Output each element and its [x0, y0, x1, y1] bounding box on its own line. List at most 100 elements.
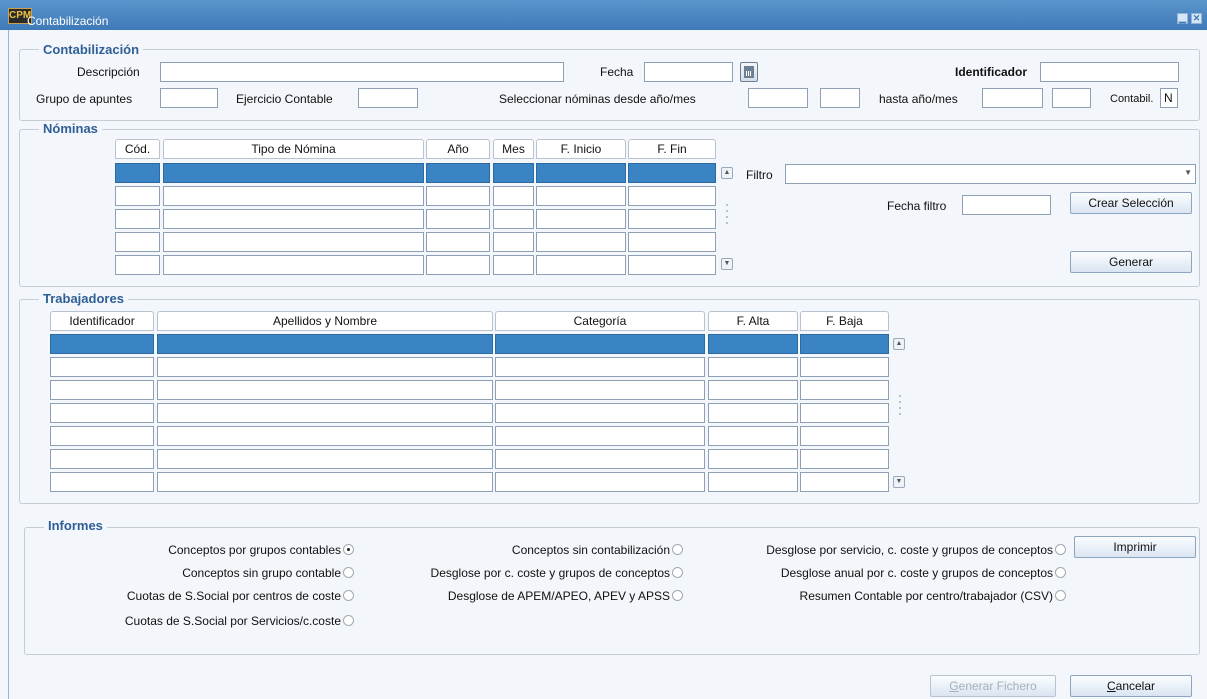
trabajadores-cell[interactable]	[800, 357, 889, 377]
trabajadores-cell[interactable]	[495, 403, 705, 423]
informe-option-radio[interactable]	[672, 567, 683, 578]
generar-button[interactable]: Generar	[1070, 251, 1192, 273]
hasta-mes-field[interactable]	[1052, 88, 1091, 108]
trabajadores-cell[interactable]	[50, 357, 154, 377]
nominas-cell[interactable]	[115, 209, 160, 229]
cancelar-button[interactable]: Cancelar	[1070, 675, 1192, 697]
scroll-grip-icon[interactable]	[899, 395, 905, 421]
informe-option-radio[interactable]	[1055, 567, 1066, 578]
trabajadores-cell[interactable]	[50, 334, 154, 354]
nominas-cell[interactable]	[115, 186, 160, 206]
scroll-down-icon[interactable]: ▼	[893, 476, 905, 488]
nominas-cell[interactable]	[115, 163, 160, 183]
trabajadores-cell[interactable]	[495, 449, 705, 469]
trabajadores-cell[interactable]	[157, 449, 493, 469]
trabajadores-cell[interactable]	[800, 449, 889, 469]
fecha-field[interactable]	[644, 62, 733, 82]
trabajadores-cell[interactable]	[157, 380, 493, 400]
trabajadores-cell[interactable]	[495, 472, 705, 492]
trabajadores-cell[interactable]	[708, 357, 798, 377]
nominas-cell[interactable]	[163, 255, 424, 275]
informe-option-radio[interactable]	[343, 544, 354, 555]
nominas-cell[interactable]	[163, 209, 424, 229]
nominas-cell[interactable]	[536, 209, 626, 229]
nominas-cell[interactable]	[163, 232, 424, 252]
trabajadores-cell[interactable]	[800, 472, 889, 492]
nominas-cell[interactable]	[536, 232, 626, 252]
trabajadores-cell[interactable]	[800, 426, 889, 446]
informe-option-radio[interactable]	[343, 615, 354, 626]
nominas-cell[interactable]	[536, 186, 626, 206]
nominas-cell[interactable]	[493, 209, 534, 229]
close-icon[interactable]: ✕	[1191, 13, 1202, 24]
scroll-up-icon[interactable]: ▲	[721, 167, 733, 179]
trabajadores-cell[interactable]	[157, 426, 493, 446]
nominas-cell[interactable]	[493, 186, 534, 206]
trabajadores-cell[interactable]	[495, 357, 705, 377]
ejercicio-contable-field[interactable]	[358, 88, 418, 108]
trabajadores-cell[interactable]	[708, 426, 798, 446]
imprimir-button[interactable]: Imprimir	[1074, 536, 1196, 558]
nominas-cell[interactable]	[163, 163, 424, 183]
trabajadores-cell[interactable]	[708, 403, 798, 423]
informe-option-radio[interactable]	[672, 590, 683, 601]
filtro-select[interactable]: ▼	[785, 164, 1196, 184]
nominas-cell[interactable]	[493, 255, 534, 275]
trabajadores-cell[interactable]	[495, 426, 705, 446]
nominas-cell[interactable]	[628, 232, 716, 252]
trabajadores-cell[interactable]	[50, 380, 154, 400]
trabajadores-cell[interactable]	[800, 403, 889, 423]
trabajadores-cell[interactable]	[800, 334, 889, 354]
scroll-grip-icon[interactable]	[726, 204, 732, 230]
nominas-cell[interactable]	[115, 255, 160, 275]
desde-mes-field[interactable]	[820, 88, 860, 108]
trabajadores-cell[interactable]	[708, 449, 798, 469]
nominas-cell[interactable]	[426, 163, 490, 183]
trabajadores-cell[interactable]	[157, 403, 493, 423]
descripcion-field[interactable]	[160, 62, 564, 82]
nominas-cell[interactable]	[115, 232, 160, 252]
trabajadores-cell[interactable]	[50, 426, 154, 446]
fecha-filtro-field[interactable]	[962, 195, 1051, 215]
informe-option-radio[interactable]	[343, 590, 354, 601]
hasta-anio-field[interactable]	[982, 88, 1043, 108]
nominas-cell[interactable]	[628, 209, 716, 229]
trabajadores-cell[interactable]	[495, 334, 705, 354]
trabajadores-cell[interactable]	[495, 380, 705, 400]
trabajadores-cell[interactable]	[157, 472, 493, 492]
nominas-cell[interactable]	[163, 186, 424, 206]
informe-option-radio[interactable]	[1055, 544, 1066, 555]
nominas-cell[interactable]	[536, 255, 626, 275]
trabajadores-cell[interactable]	[708, 472, 798, 492]
trabajadores-cell[interactable]	[50, 472, 154, 492]
nominas-cell[interactable]	[493, 232, 534, 252]
calendar-icon[interactable]	[740, 62, 758, 82]
contabil-field[interactable]: N	[1160, 88, 1178, 108]
nominas-cell[interactable]	[493, 163, 534, 183]
desde-anio-field[interactable]	[748, 88, 808, 108]
nominas-cell[interactable]	[426, 209, 490, 229]
nominas-cell[interactable]	[536, 163, 626, 183]
informe-option-radio[interactable]	[672, 544, 683, 555]
minimize-icon[interactable]: ▁	[1177, 13, 1188, 24]
trabajadores-cell[interactable]	[800, 380, 889, 400]
trabajadores-cell[interactable]	[50, 449, 154, 469]
trabajadores-cell[interactable]	[708, 334, 798, 354]
trabajadores-cell[interactable]	[157, 357, 493, 377]
trabajadores-cell[interactable]	[708, 380, 798, 400]
scroll-down-icon[interactable]: ▼	[721, 258, 733, 270]
grupo-apuntes-field[interactable]	[160, 88, 218, 108]
trabajadores-cell[interactable]	[50, 403, 154, 423]
scroll-up-icon[interactable]: ▲	[893, 338, 905, 350]
nominas-cell[interactable]	[628, 186, 716, 206]
informe-option-radio[interactable]	[1055, 590, 1066, 601]
nominas-cell[interactable]	[426, 186, 490, 206]
nominas-cell[interactable]	[628, 255, 716, 275]
crear-seleccion-button[interactable]: Crear Selección	[1070, 192, 1192, 214]
nominas-cell[interactable]	[628, 163, 716, 183]
nominas-cell[interactable]	[426, 232, 490, 252]
informe-option-radio[interactable]	[343, 567, 354, 578]
trabajadores-cell[interactable]	[157, 334, 493, 354]
nominas-cell[interactable]	[426, 255, 490, 275]
identificador-field[interactable]	[1040, 62, 1179, 82]
